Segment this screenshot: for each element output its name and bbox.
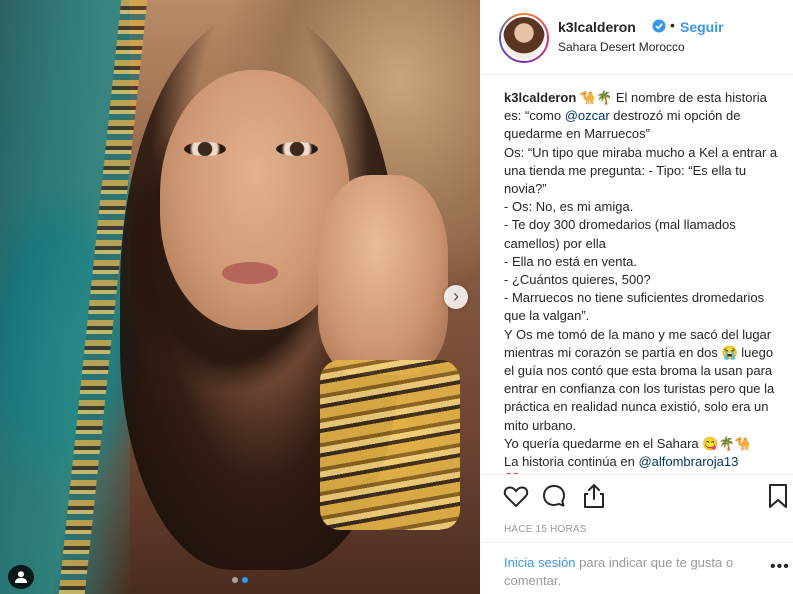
left-eye [184,142,226,156]
hand [318,175,448,375]
mention-link[interactable]: @alfombraroja13 [638,454,738,469]
bookmark-icon[interactable] [764,482,792,510]
carousel-dot [232,577,238,583]
user-tag-icon [15,571,27,583]
header-dot: • [670,17,675,33]
location-link[interactable]: Sahara Desert Morocco [558,40,685,54]
caption-username[interactable]: k3lcalderon [504,90,576,105]
caption-line-5: - Ella no está en venta. [504,253,637,269]
caption-line-2: Os: “Un tipo que miraba mucho a Kel a en… [504,144,778,197]
header-username[interactable]: k3lcalderon [558,19,636,35]
login-link[interactable]: Inicia sesión [504,555,576,570]
divider-top [480,474,793,475]
comment-icon[interactable] [540,482,568,510]
avatar[interactable] [499,13,549,63]
caption-line-9: Yo quería quedarme en el Sahara 😋🌴🐪 [504,435,751,451]
caption: k3lcalderon 🐪🌴 El nombre de esta histori… [504,89,786,474]
caption-line-7: - Marruecos no tiene suficientes dromeda… [504,290,765,324]
caption-line-4: - Te doy 300 dromedarios (mal llamados c… [504,217,736,251]
caption-line-6: - ¿Cuántos quieres, 500? [504,272,651,288]
post-header: k3lcalderon • Seguir Sahara Desert Moroc… [480,0,793,75]
carousel-next-button[interactable]: › [444,285,468,309]
right-eye [276,142,318,156]
mention-link[interactable]: @ozcar [565,108,610,123]
lips [222,262,278,284]
verified-badge-icon [652,19,666,33]
chevron-right-icon: › [453,286,459,306]
post-photo[interactable] [0,0,480,594]
post-panel: k3lcalderon • Seguir Sahara Desert Moroc… [480,0,793,594]
carousel-dot-active [242,577,248,583]
action-bar [502,482,792,510]
carousel-dots [232,577,248,583]
heart-icon[interactable] [502,482,530,510]
follow-button[interactable]: Seguir [680,19,724,35]
share-icon[interactable] [580,482,608,510]
bracelets [320,360,460,530]
post-timestamp[interactable]: HACE 15 HORAS [504,524,587,535]
login-prompt: Inicia sesión para indicar que te gusta … [504,554,762,590]
divider-bottom [480,542,793,543]
caption-line-8: Y Os me tomó de la mano y me sacó del lu… [504,326,775,433]
caption-line-1: k3lcalderon 🐪🌴 El nombre de esta histori… [504,89,786,144]
more-options-icon[interactable]: ••• [770,558,790,576]
caption-line-3: - Os: No, es mi amiga. [504,199,634,215]
caption-line-10: La historia continúa en @alfombraroja13 [504,454,739,470]
user-tag-button[interactable] [8,565,34,589]
